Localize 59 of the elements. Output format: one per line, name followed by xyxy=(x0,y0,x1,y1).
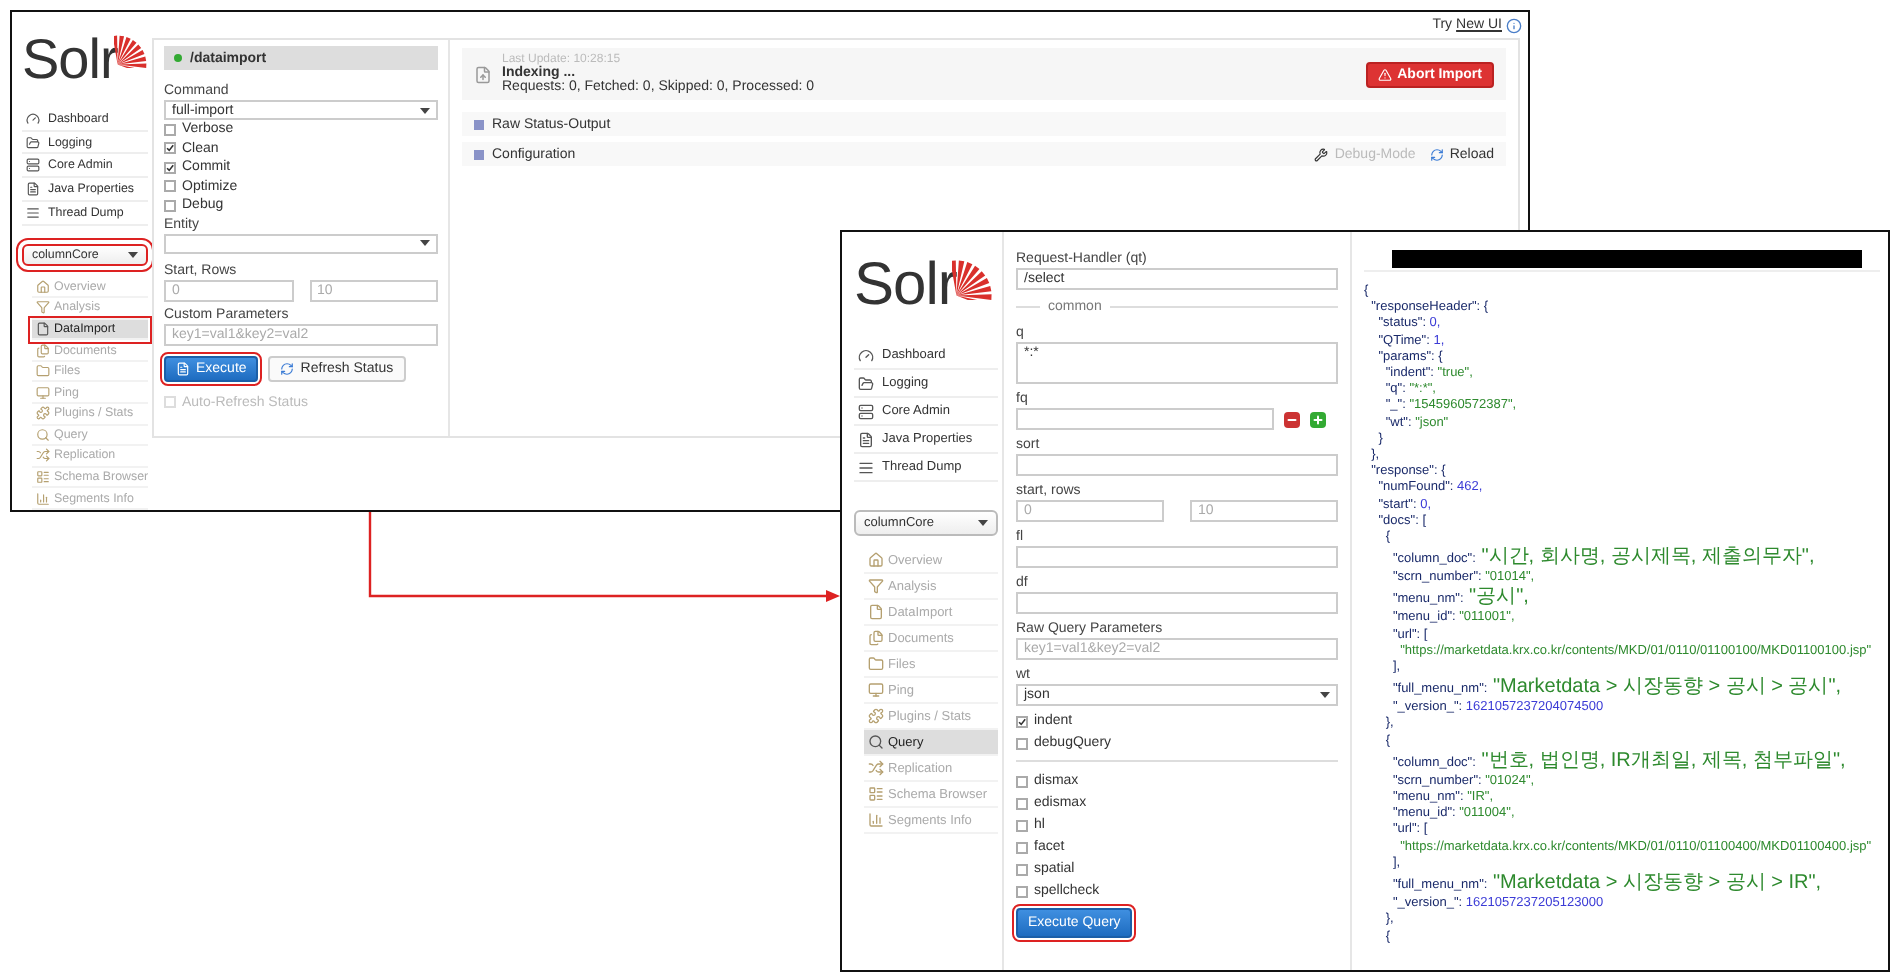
checkmark-icon xyxy=(1018,715,1026,727)
folder-icon xyxy=(858,375,874,391)
window-icon xyxy=(36,470,50,485)
bar-chart-icon xyxy=(36,491,50,506)
server-icon xyxy=(26,158,40,173)
search-icon xyxy=(868,734,884,750)
bar-chart-icon xyxy=(868,812,884,828)
gauge-icon xyxy=(858,347,874,363)
shuffle-icon xyxy=(868,760,884,776)
text-field[interactable] xyxy=(1016,592,1338,614)
gauge-icon xyxy=(26,111,40,126)
text-field[interactable] xyxy=(1016,546,1338,568)
logo-text: Solr xyxy=(854,256,957,316)
folder-icon xyxy=(36,364,50,379)
logo-text: Solr xyxy=(22,32,118,88)
square-icon xyxy=(474,119,484,129)
info-icon xyxy=(1506,17,1522,33)
puzzle-icon xyxy=(36,406,50,421)
files-icon xyxy=(868,630,884,646)
filter-query-field[interactable] xyxy=(1016,408,1274,430)
remove-button[interactable] xyxy=(1283,411,1300,427)
caret-icon xyxy=(1320,692,1330,698)
puzzle-icon xyxy=(868,708,884,724)
house-icon xyxy=(868,552,884,568)
search-icon xyxy=(36,427,50,442)
text-field[interactable] xyxy=(1016,454,1338,476)
shuffle-icon xyxy=(36,448,50,463)
entity-select[interactable] xyxy=(164,233,438,253)
funnel-icon xyxy=(868,578,884,594)
warning-icon xyxy=(1377,67,1392,81)
wrench-icon xyxy=(1314,147,1329,161)
document-icon xyxy=(474,65,492,83)
caret-icon xyxy=(420,240,430,246)
status-dot-icon xyxy=(174,54,182,62)
add-button[interactable] xyxy=(1309,411,1326,427)
house-icon xyxy=(36,279,50,294)
list-icon xyxy=(858,459,874,475)
refresh-icon xyxy=(280,361,295,375)
square-icon xyxy=(474,149,484,159)
refresh-icon xyxy=(1429,147,1444,161)
plus-icon xyxy=(1311,413,1324,425)
window-icon xyxy=(868,786,884,802)
monitor-icon xyxy=(868,682,884,698)
document-icon xyxy=(858,431,874,447)
list-icon xyxy=(26,205,40,220)
file-icon xyxy=(868,604,884,620)
files-icon xyxy=(36,343,50,358)
funnel-icon xyxy=(36,300,50,315)
document-icon xyxy=(26,182,40,197)
document-icon xyxy=(176,361,190,375)
monitor-icon xyxy=(36,385,50,400)
file-icon xyxy=(36,321,50,336)
folder-icon xyxy=(26,135,40,150)
caret-icon xyxy=(420,107,430,113)
minus-icon xyxy=(1285,413,1298,425)
caret-icon xyxy=(978,520,988,526)
server-icon xyxy=(858,403,874,419)
folder-icon xyxy=(868,656,884,672)
caret-icon xyxy=(128,252,138,259)
